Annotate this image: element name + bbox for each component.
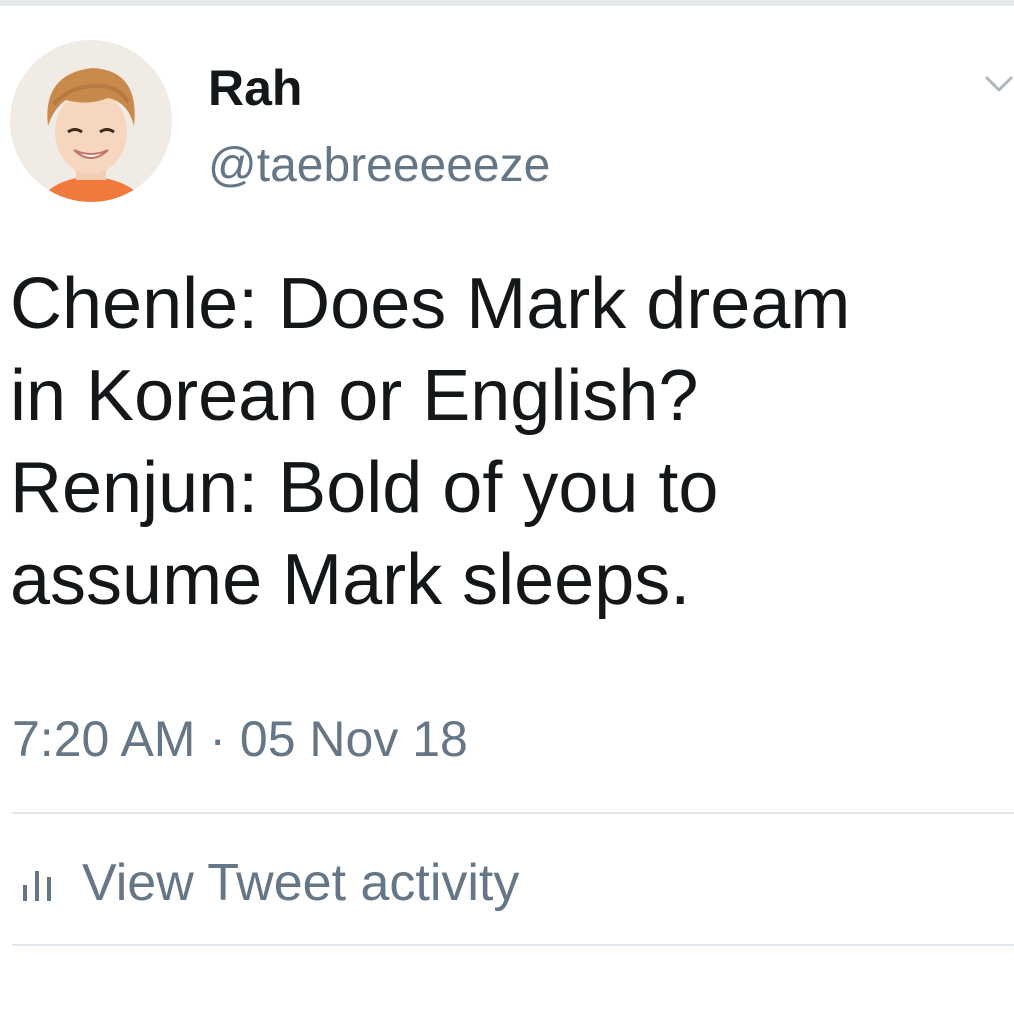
bar-chart-icon: [23, 871, 51, 901]
view-tweet-activity-link[interactable]: View Tweet activity: [20, 852, 519, 914]
author-handle[interactable]: @taebreeeeeze: [208, 136, 550, 196]
divider: [12, 812, 1014, 814]
tweet-date: 05 Nov 18: [239, 711, 468, 767]
tweet-text-line: assume Mark sleeps.: [10, 540, 691, 620]
tweet-time: 7:20 AM: [12, 711, 196, 767]
tweet-timestamp[interactable]: 7:20 AM · 05 Nov 18: [12, 708, 468, 770]
profile-photo-icon: [10, 40, 172, 202]
divider: [12, 944, 1014, 946]
timestamp-separator: ·: [209, 711, 227, 767]
avatar[interactable]: [10, 40, 172, 202]
chevron-down-icon[interactable]: [984, 72, 1014, 96]
top-divider: [0, 0, 1014, 6]
author-display-name[interactable]: Rah: [208, 58, 302, 118]
tweet-text-line: Renjun: Bold of you to: [10, 448, 719, 528]
view-tweet-activity-label: View Tweet activity: [82, 854, 520, 912]
tweet-text: Chenle: Does Mark dream in Korean or Eng…: [10, 258, 1010, 626]
tweet-text-line: in Korean or English?: [10, 356, 699, 436]
tweet-text-line: Chenle: Does Mark dream: [10, 264, 851, 344]
